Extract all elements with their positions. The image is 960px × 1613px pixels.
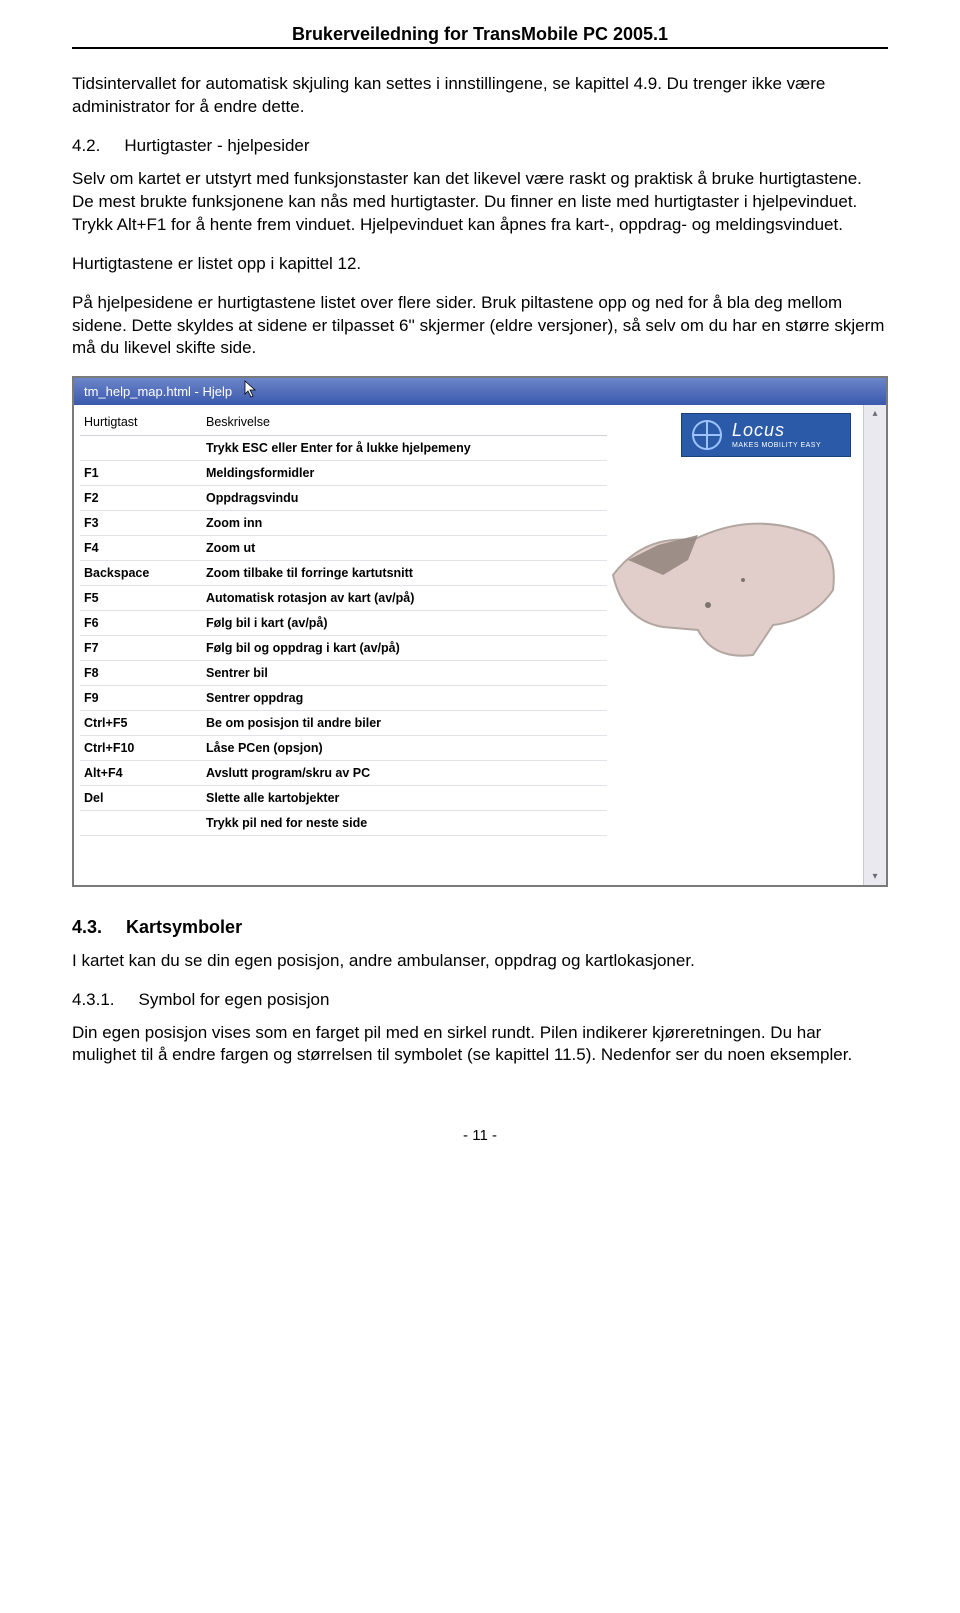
locus-logo-icon — [692, 420, 722, 450]
shortcut-key: Ctrl+F10 — [80, 736, 202, 761]
locus-logo: Locus MAKES MOBILITY EASY — [681, 413, 851, 457]
shortcut-key: F5 — [80, 586, 202, 611]
table-row: F2Oppdragsvindu — [80, 486, 607, 511]
window-titlebar[interactable]: tm_help_map.html - Hjelp — [74, 378, 886, 405]
table-row: Trykk ESC eller Enter for å lukke hjelpe… — [80, 436, 607, 461]
shortcut-desc: Zoom ut — [202, 536, 607, 561]
shortcut-desc: Følg bil og oppdrag i kart (av/på) — [202, 636, 607, 661]
table-row: F4Zoom ut — [80, 536, 607, 561]
shortcut-desc: Sentrer bil — [202, 661, 607, 686]
table-row: F3Zoom inn — [80, 511, 607, 536]
shortcut-key: F1 — [80, 461, 202, 486]
shortcut-table: Hurtigtast Beskrivelse Trykk ESC eller E… — [80, 409, 607, 836]
scroll-down-icon[interactable]: ▾ — [872, 871, 877, 882]
section-4-3-1-title: Symbol for egen posisjon — [139, 989, 330, 1012]
col-header-desc: Beskrivelse — [202, 409, 607, 436]
table-row: Alt+F4Avslutt program/skru av PC — [80, 761, 607, 786]
shortcut-key: Ctrl+F5 — [80, 711, 202, 736]
shortcut-desc: Sentrer oppdrag — [202, 686, 607, 711]
scrollbar[interactable]: ▴ ▾ — [863, 405, 886, 885]
shortcut-desc: Automatisk rotasjon av kart (av/på) — [202, 586, 607, 611]
paragraph-4: På hjelpesidene er hurtigtastene listet … — [72, 292, 888, 361]
shortcut-key: F2 — [80, 486, 202, 511]
table-row: BackspaceZoom tilbake til forringe kartu… — [80, 561, 607, 586]
decorative-vehicle-graphic — [603, 505, 843, 665]
section-4-3-heading: 4.3. Kartsymboler — [72, 915, 888, 939]
cursor-icon — [244, 380, 258, 403]
shortcut-desc: Be om posisjon til andre biler — [202, 711, 607, 736]
help-content-area: Locus MAKES MOBILITY EASY Hurtigtast Bes… — [74, 405, 863, 885]
shortcut-key: F6 — [80, 611, 202, 636]
window-title: tm_help_map.html - Hjelp — [84, 384, 232, 399]
shortcut-desc: Trykk pil ned for neste side — [202, 811, 607, 836]
shortcut-desc: Trykk ESC eller Enter for å lukke hjelpe… — [202, 436, 607, 461]
paragraph-intro: Tidsintervallet for automatisk skjuling … — [72, 73, 888, 119]
shortcut-key: Backspace — [80, 561, 202, 586]
table-row: F5Automatisk rotasjon av kart (av/på) — [80, 586, 607, 611]
shortcut-key: F9 — [80, 686, 202, 711]
col-header-key: Hurtigtast — [80, 409, 202, 436]
section-4-3-1-heading: 4.3.1. Symbol for egen posisjon — [72, 989, 888, 1012]
shortcut-desc: Følg bil i kart (av/på) — [202, 611, 607, 636]
table-row: F9Sentrer oppdrag — [80, 686, 607, 711]
section-4-2-heading: 4.2. Hurtigtaster - hjelpesider — [72, 135, 888, 158]
shortcut-key — [80, 811, 202, 836]
section-4-2-title: Hurtigtaster - hjelpesider — [124, 135, 309, 158]
section-4-3-title: Kartsymboler — [126, 915, 242, 939]
shortcut-desc: Meldingsformidler — [202, 461, 607, 486]
shortcut-desc: Zoom tilbake til forringe kartutsnitt — [202, 561, 607, 586]
shortcut-desc: Zoom inn — [202, 511, 607, 536]
table-row: Ctrl+F5Be om posisjon til andre biler — [80, 711, 607, 736]
shortcut-key: F7 — [80, 636, 202, 661]
shortcut-desc: Avslutt program/skru av PC — [202, 761, 607, 786]
shortcut-key: Del — [80, 786, 202, 811]
paragraph-2: Selv om kartet er utstyrt med funksjonst… — [72, 168, 888, 237]
shortcut-key: F3 — [80, 511, 202, 536]
table-row: F7Følg bil og oppdrag i kart (av/på) — [80, 636, 607, 661]
table-row: F1Meldingsformidler — [80, 461, 607, 486]
logo-tagline: MAKES MOBILITY EASY — [732, 442, 821, 449]
table-row: DelSlette alle kartobjekter — [80, 786, 607, 811]
paragraph-5: I kartet kan du se din egen posisjon, an… — [72, 950, 888, 973]
document-header: Brukerveiledning for TransMobile PC 2005… — [72, 24, 888, 49]
paragraph-6: Din egen posisjon vises som en farget pi… — [72, 1022, 888, 1068]
section-4-3-1-number: 4.3.1. — [72, 989, 115, 1012]
shortcut-desc: Slette alle kartobjekter — [202, 786, 607, 811]
paragraph-3: Hurtigtastene er listet opp i kapittel 1… — [72, 253, 888, 276]
page-number: - 11 - — [72, 1127, 888, 1144]
shortcut-key — [80, 436, 202, 461]
help-window: tm_help_map.html - Hjelp Locus MAKES MOB… — [72, 376, 888, 887]
shortcut-key: Alt+F4 — [80, 761, 202, 786]
table-row: F6Følg bil i kart (av/på) — [80, 611, 607, 636]
shortcut-desc: Låse PCen (opsjon) — [202, 736, 607, 761]
table-row: Trykk pil ned for neste side — [80, 811, 607, 836]
section-4-2-number: 4.2. — [72, 135, 100, 158]
table-row: Ctrl+F10Låse PCen (opsjon) — [80, 736, 607, 761]
logo-brand: Locus — [732, 421, 821, 439]
shortcut-key: F4 — [80, 536, 202, 561]
scroll-up-icon[interactable]: ▴ — [872, 408, 877, 419]
table-row: F8Sentrer bil — [80, 661, 607, 686]
section-4-3-number: 4.3. — [72, 915, 102, 939]
shortcut-key: F8 — [80, 661, 202, 686]
shortcut-desc: Oppdragsvindu — [202, 486, 607, 511]
